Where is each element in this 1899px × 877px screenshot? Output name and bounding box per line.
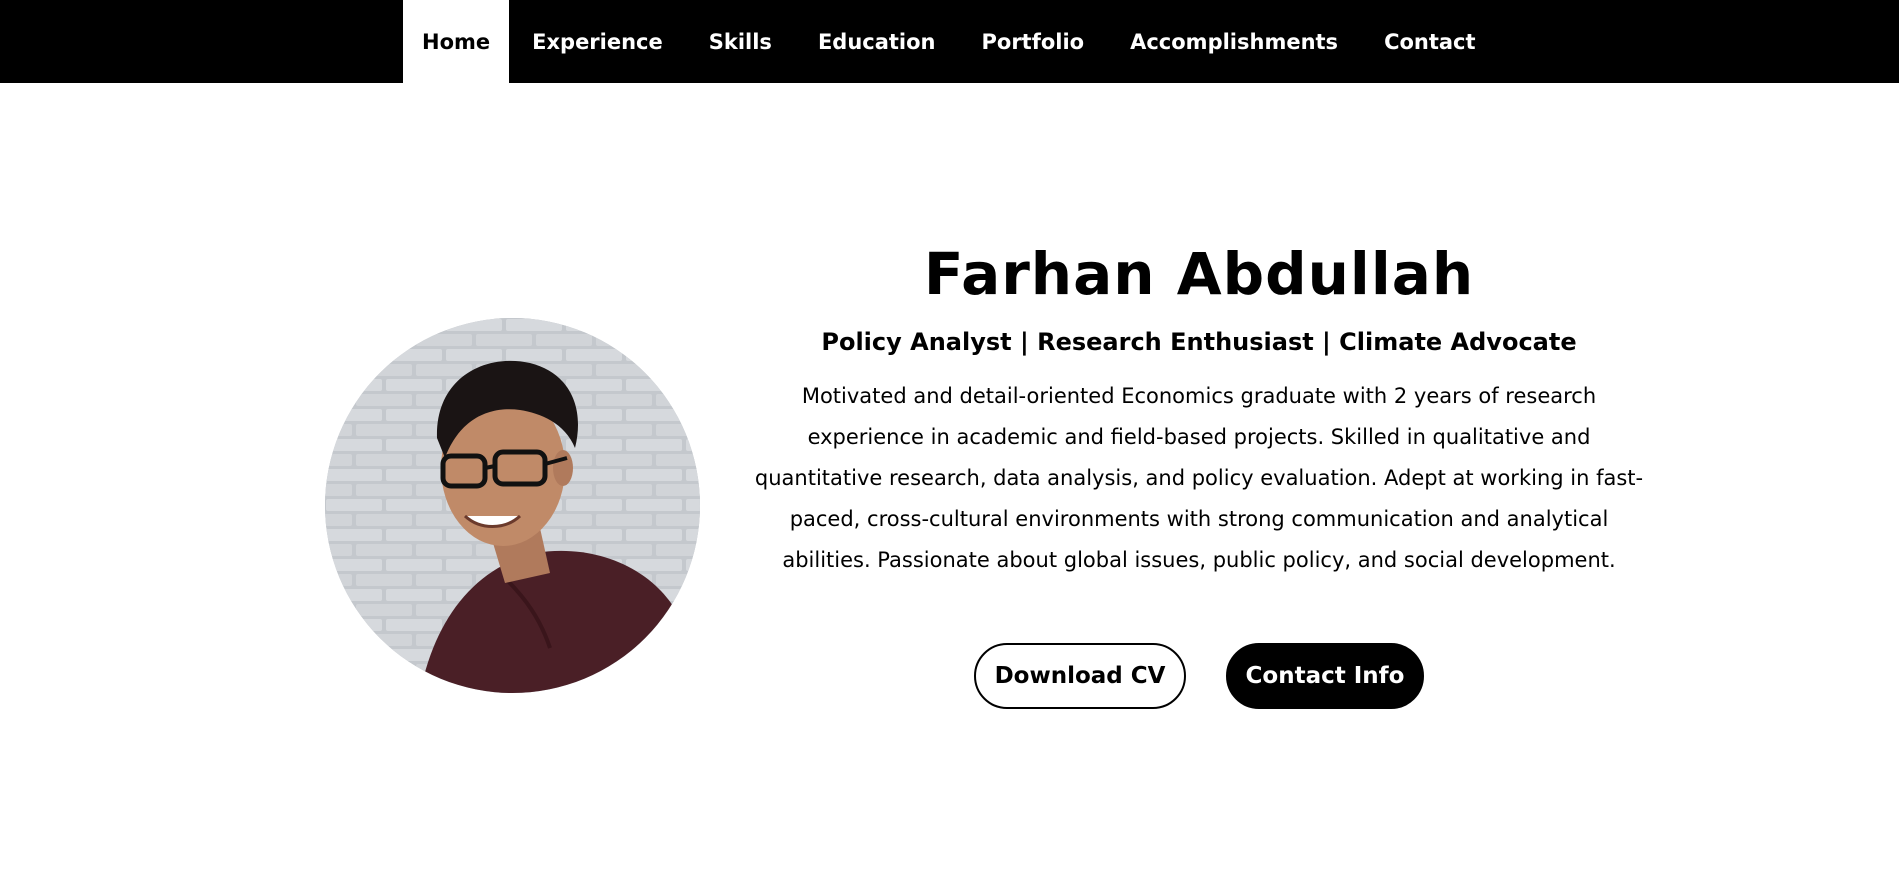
- profile-photo: [325, 318, 700, 693]
- nav-item-portfolio[interactable]: Portfolio: [959, 0, 1108, 83]
- nav-item-accomplishments[interactable]: Accomplishments: [1107, 0, 1361, 83]
- hero-content: Farhan Abdullah Policy Analyst | Researc…: [745, 238, 1653, 709]
- profile-name: Farhan Abdullah: [923, 240, 1475, 308]
- contact-info-button[interactable]: Contact Info: [1226, 643, 1424, 709]
- nav-item-skills[interactable]: Skills: [686, 0, 795, 83]
- profile-tagline: Policy Analyst | Research Enthusiast | C…: [821, 328, 1577, 356]
- profile-bio: Motivated and detail-oriented Economics …: [754, 384, 1644, 572]
- nav-item-education[interactable]: Education: [795, 0, 959, 83]
- top-navigation: Home Experience Skills Education Portfol…: [0, 0, 1899, 83]
- nav-item-home[interactable]: Home: [403, 0, 510, 83]
- nav-item-experience[interactable]: Experience: [509, 0, 686, 83]
- profile-photo-illustration: [325, 318, 700, 693]
- hero-actions: Download CV Contact Info: [745, 643, 1653, 709]
- hero-section: Farhan Abdullah Policy Analyst | Researc…: [0, 83, 1899, 877]
- nav-item-contact[interactable]: Contact: [1361, 0, 1499, 83]
- nav-list: Home Experience Skills Education Portfol…: [403, 0, 1499, 83]
- download-cv-button[interactable]: Download CV: [974, 643, 1186, 709]
